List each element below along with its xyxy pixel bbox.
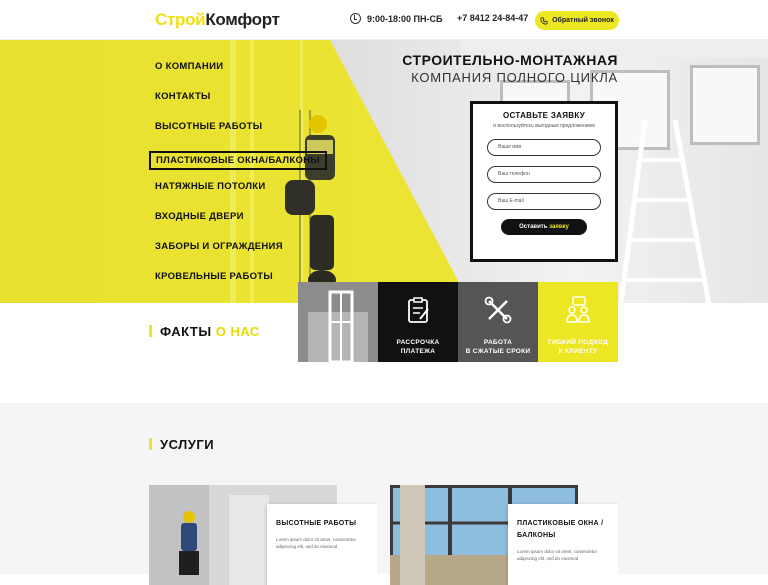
menu-item[interactable]: НАТЯЖНЫЕ ПОТОЛКИ [155, 181, 327, 211]
tile-label2: ПЛАТЕЖА [400, 348, 436, 355]
menu-item[interactable]: О КОМПАНИИ [155, 61, 327, 91]
request-form: ОСТАВЬТЕ ЗАЯВКУ и воспользуйтесь выгодны… [470, 101, 618, 262]
menu-item[interactable]: ВХОДНЫЕ ДВЕРИ [155, 211, 327, 241]
clock-icon [350, 13, 361, 24]
callback-label: Обратный звонок [552, 17, 614, 24]
clipboard-icon [408, 297, 429, 323]
heading-bar [149, 438, 152, 450]
menu-item[interactable]: ПЛАСТИКОВЫЕ ОКНА/БАЛКОНЫ [149, 151, 327, 170]
service-card-title: ПЛАСТИКОВЫЕ ОКНА / БАЛКОНЫ [517, 520, 604, 539]
phone-input[interactable]: Ваш телефон [487, 166, 601, 183]
menu-item[interactable]: ЗАБОРЫ И ОГРАЖДЕНИЯ [155, 241, 327, 271]
menu-item[interactable]: КОНТАКТЫ [155, 91, 327, 121]
menu-item[interactable]: ВЫСОТНЫЕ РАБОТЫ [155, 121, 327, 151]
tile-label2: К КЛИЕНТУ [558, 348, 598, 355]
tile-flexible: ГИБКИЙ ПОДХОД К КЛИЕНТУ [538, 282, 618, 362]
logo[interactable]: СтройКомфорт [155, 10, 280, 30]
form-title: ОСТАВЬТЕ ЗАЯВКУ [503, 111, 585, 120]
tile-label2: В СЖАТЫЕ СРОКИ [465, 348, 531, 355]
submit-label: Оставить [519, 224, 548, 230]
heading-bar [149, 325, 152, 337]
ladder-image [618, 120, 712, 303]
form-subtitle: и воспользуйтесь выгодным предложением [493, 123, 595, 129]
logo-part2: Комфорт [205, 10, 280, 29]
phone-icon [540, 16, 548, 25]
hours-text: 9:00-18:00 ПН-СБ [367, 14, 443, 24]
submit-button[interactable]: Оставить заявку [501, 219, 587, 235]
service-card-box: ПЛАСТИКОВЫЕ ОКНА / БАЛКОНЫ Lorem ipsum d… [508, 504, 618, 585]
services-section [0, 403, 768, 574]
service-card-title: ВЫСОТНЫЕ РАБОТЫ [276, 520, 357, 527]
tile-installments: РАССРОЧКА ПЛАТЕЖА [378, 282, 458, 362]
logo-part1: Строй [155, 10, 206, 29]
phone-number[interactable]: +7 8412 24-84-47 [457, 13, 528, 23]
service-card-box: ВЫСОТНЫЕ РАБОТЫ Lorem ipsum dolor sit am… [267, 504, 377, 585]
main-menu: О КОМПАНИИ КОНТАКТЫ ВЫСОТНЫЕ РАБОТЫ ПЛАСТИК… [149, 61, 327, 301]
feature-tiles: РАССРОЧКА ПЛАТЕЖА РАБОТА В СЖАТЫЕ СРОКИ … [298, 282, 618, 362]
hero-title: СТРОИТЕЛЬНО-МОНТАЖНАЯ [402, 52, 618, 68]
service-card-desc: Lorem ipsum dolor sit amet, consectetur … [276, 537, 357, 549]
service-card[interactable]: ВЫСОТНЫЕ РАБОТЫ Lorem ipsum dolor sit am… [149, 485, 377, 585]
working-hours: 9:00-18:00 ПН-СБ [350, 13, 442, 24]
tile-label1: РАССРОЧКА [396, 339, 440, 346]
tile-label1: ГИБКИЙ ПОДХОД [547, 339, 609, 346]
hero-subtitle: КОМПАНИЯ ПОЛНОГО ЦИКЛА [411, 70, 618, 85]
email-input[interactable]: Ваш E-mail [487, 193, 601, 210]
callback-button[interactable]: Обратный звонок [535, 11, 619, 30]
tile-label1: РАБОТА [483, 339, 513, 346]
people-chat-icon [566, 296, 590, 323]
facts-title-part1: ФАКТЫ [160, 324, 212, 339]
name-input[interactable]: Ваше имя [487, 139, 601, 156]
hero: О КОМПАНИИ КОНТАКТЫ ВЫСОТНЫЕ РАБОТЫ ПЛАСТИК… [0, 40, 768, 303]
tile-photo [298, 282, 378, 362]
service-card-desc: Lorem ipsum dolor sit amet, consectetur … [517, 549, 598, 561]
facts-heading: ФАКТЫ О НАС [149, 324, 260, 339]
services-title: УСЛУГИ [160, 437, 215, 452]
window-photo [298, 282, 378, 362]
service-card[interactable]: ПЛАСТИКОВЫЕ ОКНА / БАЛКОНЫ Lorem ipsum d… [390, 485, 618, 585]
tools-icon [484, 296, 512, 324]
submit-label-accent: заявку [549, 224, 569, 230]
facts-title-part2: О НАС [215, 324, 260, 339]
tile-fast-work: РАБОТА В СЖАТЫЕ СРОКИ [458, 282, 538, 362]
header: СтройКомфорт 9:00-18:00 ПН-СБ +7 8412 24… [0, 0, 768, 40]
services-heading: УСЛУГИ [149, 437, 214, 452]
